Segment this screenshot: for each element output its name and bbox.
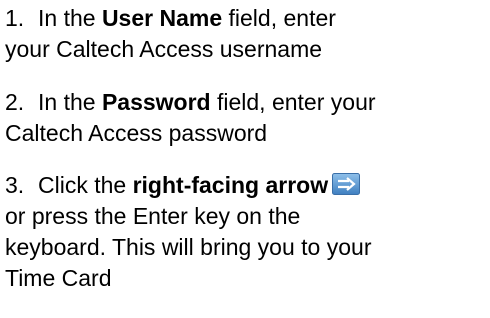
step-number: 2. [5,89,25,115]
step-text-pre: Click the [38,172,133,198]
step-text-line2: or press the Enter key on the [5,203,301,229]
step-text-line2: Caltech Access password [5,120,268,146]
field-name-password: Password [101,89,211,115]
step-text-pre: In the [38,5,102,31]
step-number: 1. [5,5,25,31]
step-text-post: field, enter your [210,89,376,115]
field-name-user-name: User Name [101,5,223,31]
step-2: 2. In the Password field, enter your Calt… [5,87,376,149]
step-text-post: field, enter [222,5,336,31]
step-number: 3. [5,172,25,198]
step-text-line4: Time Card [5,265,112,291]
step-text-line3: keyboard. This will bring you to your [5,234,372,260]
step-text-pre: In the [38,89,102,115]
arrow-label: right-facing arrow [132,172,329,198]
step-1: 1. In the User Name field, enter your Cal… [5,3,336,65]
right-arrow-icon [332,173,361,195]
step-3: 3. Click the right-facing arrow or press … [5,170,371,294]
step-text-line2: your Caltech Access username [5,36,323,62]
